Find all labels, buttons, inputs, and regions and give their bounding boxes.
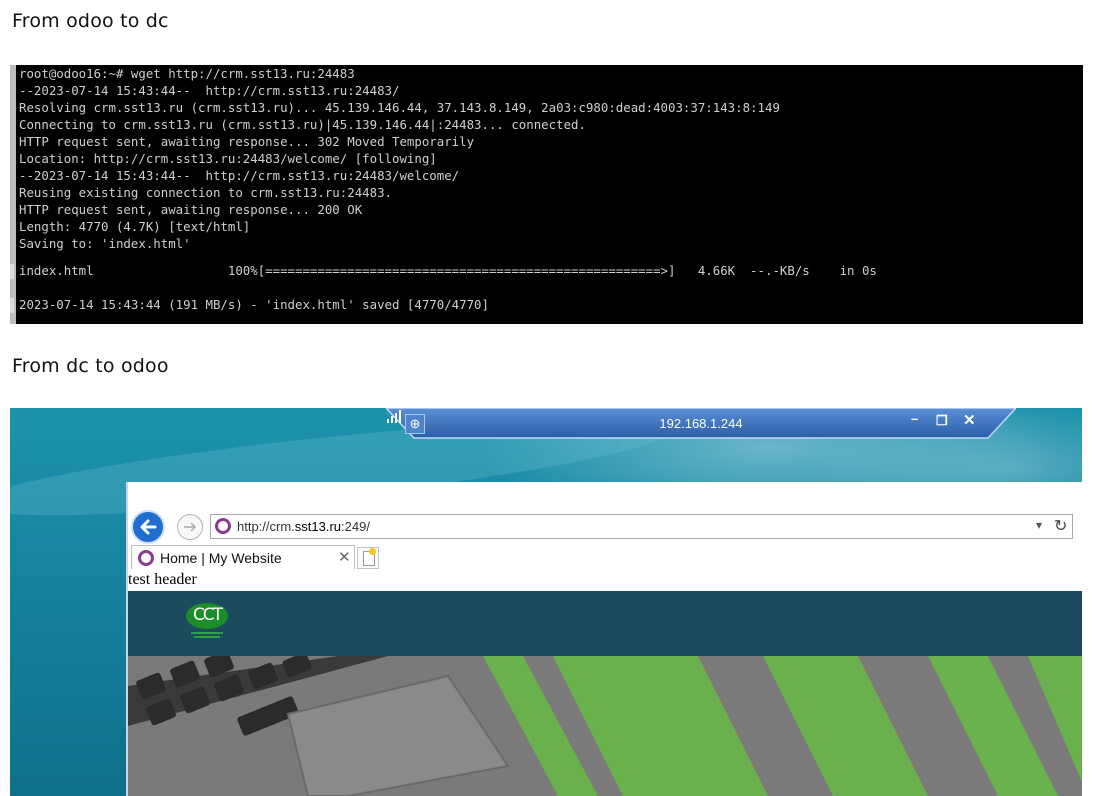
logo-text: CCT <box>192 605 223 625</box>
terminal-line: Location: http://crm.sst13.ru:24483/welc… <box>19 151 437 166</box>
forward-button[interactable] <box>177 514 203 540</box>
tab-close-icon[interactable]: ✕ <box>338 548 351 566</box>
logo-tagline <box>191 632 223 634</box>
arrow-right-icon <box>184 522 197 532</box>
refresh-icon[interactable]: ↻ <box>1054 516 1067 536</box>
terminal-line: root@odoo16:~# wget http://crm.sst13.ru:… <box>19 66 355 81</box>
hero-image <box>128 656 1082 796</box>
site-navbar: CCT <box>128 591 1082 656</box>
site-favicon-icon <box>215 518 231 534</box>
new-tab-button[interactable] <box>357 547 379 569</box>
tab-label: Home | My Website <box>160 550 282 566</box>
restore-button[interactable]: ❐ <box>936 413 948 429</box>
terminal-line: Connecting to crm.sst13.ru (crm.sst13.ru… <box>19 117 586 132</box>
terminal-scroll-gutter <box>10 65 16 324</box>
rdp-connection-bar[interactable]: ⊕ 192.168.1.244 – ❐ ✕ <box>386 408 1016 440</box>
new-tab-star-icon <box>369 548 376 555</box>
terminal-line: Reusing existing connection to crm.sst13… <box>19 185 392 200</box>
address-bar[interactable]: http://crm.sst13.ru:249/ ▾ ↻ <box>210 514 1073 539</box>
back-button[interactable] <box>131 510 165 544</box>
terminal-marker <box>10 264 14 279</box>
terminal-line: Resolving crm.sst13.ru (crm.sst13.ru)...… <box>19 100 780 115</box>
minimize-button[interactable]: – <box>911 411 918 426</box>
terminal-line: Saving to: 'index.html' <box>19 236 191 251</box>
terminal-line: Length: 4770 (4.7K) [text/html] <box>19 219 251 234</box>
terminal-line: HTTP request sent, awaiting response... … <box>19 134 475 149</box>
remote-desktop-session: ⊕ 192.168.1.244 – ❐ ✕ http://crm.sst13.r… <box>10 408 1082 796</box>
terminal-line: --2023-07-14 15:43:44-- http://crm.sst13… <box>19 168 460 183</box>
arrow-left-icon <box>140 519 157 535</box>
terminal-line: HTTP request sent, awaiting response... … <box>19 202 363 217</box>
site-logo[interactable]: CCT <box>186 603 228 645</box>
logo-tagline-2 <box>194 636 220 638</box>
caption-dc-to-odoo: From dc to odoo <box>12 355 169 377</box>
chevron-down-icon[interactable]: ▾ <box>1036 518 1042 532</box>
tab-home[interactable]: Home | My Website ✕ <box>131 545 355 569</box>
terminal-line: 2023-07-14 15:43:44 (191 MB/s) - 'index.… <box>19 297 489 312</box>
terminal-marker <box>10 298 14 313</box>
address-url[interactable]: http://crm.sst13.ru:249/ <box>237 519 370 534</box>
terminal-window: root@odoo16:~# wget http://crm.sst13.ru:… <box>10 65 1083 324</box>
page-header-text: test header <box>128 571 197 588</box>
browser-window: http://crm.sst13.ru:249/ ▾ ↻ Home | My W… <box>126 482 1082 796</box>
tab-favicon-icon <box>138 550 154 566</box>
caption-odoo-to-dc: From odoo to dc <box>12 10 169 32</box>
rdp-host-title: 192.168.1.244 <box>659 416 743 431</box>
close-button[interactable]: ✕ <box>963 411 976 429</box>
terminal-line: index.html 100%[========================… <box>19 263 877 278</box>
terminal-line: --2023-07-14 15:43:44-- http://crm.sst13… <box>19 83 400 98</box>
hero-graphic <box>128 656 1082 796</box>
